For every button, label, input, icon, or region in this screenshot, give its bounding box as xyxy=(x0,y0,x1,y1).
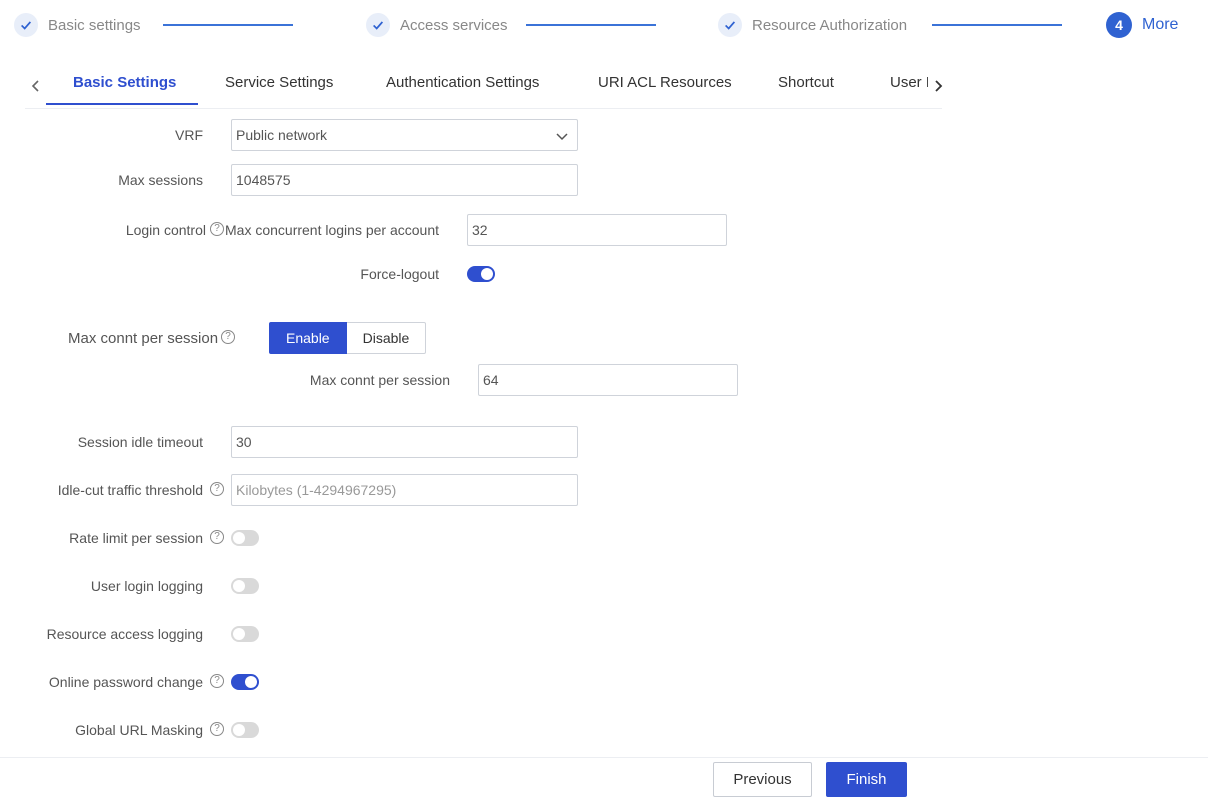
help-icon[interactable]: ? xyxy=(210,222,224,236)
help-icon[interactable]: ? xyxy=(210,674,224,688)
vrf-select[interactable]: Public network xyxy=(231,119,578,151)
step-connector xyxy=(932,24,1062,26)
enable-option[interactable]: Enable xyxy=(269,322,347,354)
online-password-change-toggle[interactable] xyxy=(231,674,259,690)
step-label: Basic settings xyxy=(48,16,141,34)
tab-basic-settings[interactable]: Basic Settings xyxy=(73,74,176,91)
rate-limit-toggle[interactable] xyxy=(231,530,259,546)
step-label: Resource Authorization xyxy=(752,16,908,34)
resource-access-logging-label: Resource access logging xyxy=(46,626,203,642)
check-icon xyxy=(14,13,38,37)
step-basic-settings[interactable]: Basic settings xyxy=(14,12,141,38)
finish-button[interactable]: Finish xyxy=(826,762,907,797)
vrf-value: Public network xyxy=(236,127,328,143)
login-control-label: Login control xyxy=(125,222,206,238)
step-number: 4 xyxy=(1106,12,1132,38)
session-idle-timeout-input[interactable] xyxy=(231,426,578,458)
disable-option[interactable]: Disable xyxy=(346,322,427,354)
tab-user-m[interactable]: User M xyxy=(890,74,928,91)
help-icon[interactable]: ? xyxy=(221,330,235,344)
max-connt-label: Max connt per session xyxy=(68,330,219,347)
tab-authentication-settings[interactable]: Authentication Settings xyxy=(386,74,539,91)
max-logins-label: Max concurrent logins per account xyxy=(225,222,439,238)
max-connt-segmented: Enable Disable xyxy=(269,322,427,354)
tab-active-indicator xyxy=(46,103,198,105)
tab-uri-acl-resources[interactable]: URI ACL Resources xyxy=(598,74,732,91)
help-icon[interactable]: ? xyxy=(210,530,224,544)
force-logout-label: Force-logout xyxy=(360,266,439,282)
chevron-right-icon[interactable] xyxy=(930,76,946,96)
step-connector xyxy=(526,24,656,26)
step-access-services[interactable]: Access services xyxy=(366,12,508,38)
user-login-logging-toggle[interactable] xyxy=(231,578,259,594)
tab-shortcut[interactable]: Shortcut xyxy=(778,74,834,91)
step-connector xyxy=(163,24,293,26)
help-icon[interactable]: ? xyxy=(210,482,224,496)
resource-access-logging-toggle[interactable] xyxy=(231,626,259,642)
settings-tabs: Basic Settings Service Settings Authenti… xyxy=(25,64,943,109)
max-logins-input[interactable] xyxy=(467,214,727,246)
step-more[interactable]: 4 More xyxy=(1106,12,1178,38)
step-label: More xyxy=(1142,16,1179,33)
session-idle-timeout-label: Session idle timeout xyxy=(77,434,203,450)
max-connt-input[interactable] xyxy=(478,364,738,396)
idle-cut-input[interactable] xyxy=(231,474,578,506)
check-icon xyxy=(718,13,742,37)
user-login-logging-label: User login logging xyxy=(90,578,203,594)
check-icon xyxy=(366,13,390,37)
step-label: Access services xyxy=(400,16,508,34)
tab-service-settings[interactable]: Service Settings xyxy=(225,74,333,91)
previous-button[interactable]: Previous xyxy=(713,762,812,797)
global-url-masking-toggle[interactable] xyxy=(231,722,259,738)
footer-bar: Previous Finish xyxy=(0,757,1208,801)
max-sessions-input[interactable] xyxy=(231,164,578,196)
help-icon[interactable]: ? xyxy=(210,722,224,736)
force-logout-toggle[interactable] xyxy=(467,266,495,282)
idle-cut-label: Idle-cut traffic threshold xyxy=(57,482,203,498)
max-connt-sub-label: Max connt per session xyxy=(309,372,450,388)
online-password-change-label: Online password change xyxy=(48,674,203,690)
global-url-masking-label: Global URL Masking xyxy=(75,722,203,738)
rate-limit-label: Rate limit per session xyxy=(69,530,203,546)
step-resource-authorization[interactable]: Resource Authorization xyxy=(718,12,907,38)
chevron-down-icon xyxy=(556,133,568,141)
vrf-label: VRF xyxy=(175,127,203,143)
max-sessions-label: Max sessions xyxy=(118,172,203,188)
chevron-left-icon[interactable] xyxy=(28,76,44,96)
wizard-steps: Basic settings Access services Resource … xyxy=(0,0,1208,50)
